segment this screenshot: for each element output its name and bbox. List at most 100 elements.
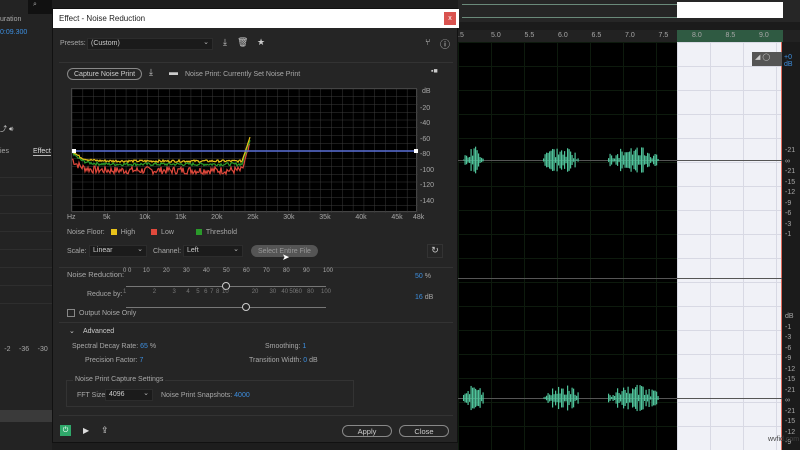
save-noise-print-icon[interactable]: ⤓ [149, 67, 153, 78]
panel-menu-icon[interactable]: ▪■ [431, 68, 438, 75]
routing-icon[interactable]: ⑂ [425, 37, 430, 47]
selection-area[interactable] [677, 42, 782, 450]
power-icon[interactable]: ⏻ [60, 425, 71, 436]
waveform-sample [612, 395, 614, 401]
y-tick-label: -20 [420, 104, 431, 112]
waveform-sample [467, 157, 469, 163]
waveform-sample [567, 385, 569, 411]
scale-dropdown[interactable]: Linear [89, 245, 147, 257]
db-label: -6 [785, 210, 792, 217]
slider-tick-label: 20 [163, 268, 170, 274]
slider-tick-label: 4 [186, 289, 190, 295]
trash-icon[interactable]: 🗑︎ [237, 37, 248, 48]
advanced-toggle[interactable]: Advanced [83, 328, 114, 335]
close-button[interactable]: Close [399, 425, 449, 437]
spectral-decay-value[interactable]: 65 [140, 343, 148, 350]
channel-dropdown[interactable]: Left [183, 245, 243, 257]
waveform-sample [550, 395, 552, 401]
db-label: -12 [785, 365, 796, 373]
waveform-sample [638, 155, 640, 165]
db-label: -15 [785, 418, 796, 425]
slider-tick-label: 50 [223, 268, 230, 274]
reset-icon[interactable]: ↻ [427, 244, 443, 258]
presets-label: Presets: [60, 40, 86, 47]
threshold-swatch [195, 229, 202, 236]
high-swatch [110, 229, 117, 236]
waveform-sample [544, 154, 546, 166]
waveform-sample [479, 157, 481, 163]
waveform-sample [648, 388, 650, 408]
waveform-sample [549, 394, 551, 402]
waveform-sample [546, 395, 548, 401]
waveform-sample [576, 395, 578, 401]
folder-icon[interactable]: ▬ [169, 67, 178, 77]
tab-properties[interactable]: ies [0, 148, 9, 155]
gain-hud[interactable]: ◢ ◯ [752, 52, 782, 66]
time-ruler[interactable]: .5 5.0 5.5 6.0 6.5 7.0 7.5 8.0 8.5 9.0 [458, 30, 800, 42]
apply-button[interactable]: Apply [342, 425, 392, 437]
smoothing-value[interactable]: 1 [302, 343, 306, 350]
waveform-sample [475, 388, 477, 408]
noise-reduction-value[interactable]: 50 [415, 273, 423, 280]
tab-effects[interactable]: Effect [33, 148, 51, 156]
noise-reduction-label: Noise Reduction: [67, 270, 125, 279]
slider-tick-label: 60 [243, 268, 250, 274]
dialog-titlebar: Effect - Noise Reduction x [53, 9, 459, 28]
close-icon[interactable]: x [444, 12, 456, 25]
volume-icon[interactable]: ⤴ 🔊︎ [0, 124, 13, 134]
waveform-sample [472, 387, 474, 409]
play-icon[interactable]: ▶ [83, 426, 89, 435]
slider-tick-label: 6 [204, 289, 208, 295]
y-tick-label: -140 [420, 197, 435, 205]
waveform-sample [657, 158, 659, 162]
loop-icon[interactable]: ⇪ [101, 425, 109, 436]
waveform-sample [656, 154, 658, 166]
waveform-editor[interactable]: .5 5.0 5.5 6.0 6.5 7.0 7.5 8.0 8.5 9.0 ◢ ◯ +0 dB… [458, 0, 800, 450]
waveform-sample [565, 156, 567, 164]
info-icon[interactable]: ⓘ [440, 36, 450, 51]
reduce-by-value[interactable]: 16 [415, 294, 423, 301]
capture-noise-print-button[interactable]: Capture Noise Print [67, 68, 143, 80]
waveform-sample [478, 153, 480, 167]
transition-value[interactable]: 0 [303, 357, 307, 364]
waveform-sample [568, 390, 570, 406]
waveform-sample [641, 147, 643, 173]
waveform-sample [466, 393, 468, 403]
waveform-sample [624, 389, 626, 407]
noise-print-status: Noise Print: Currently Set Noise Print [185, 71, 301, 78]
waveform-sample [611, 396, 613, 400]
waveform-sample [564, 151, 566, 169]
selected-row[interactable] [0, 410, 52, 422]
star-icon[interactable]: ★ [257, 37, 265, 48]
effects-list[interactable] [0, 160, 52, 320]
waveform-sample [479, 388, 481, 408]
left-panel: ⌕ uration 0:09.300 ⤴ 🔊︎ ies Effect -2 -3… [0, 0, 52, 450]
noise-graph-svg[interactable] [71, 88, 419, 214]
waveform-sample [552, 388, 554, 408]
download-icon[interactable]: ⤓ [223, 37, 227, 48]
output-noise-only-checkbox[interactable] [67, 309, 75, 317]
db-label: -21 [785, 147, 796, 154]
presets-dropdown[interactable]: (Custom) [87, 38, 213, 50]
waveform-sample [558, 386, 560, 410]
waveform-sample [562, 388, 564, 408]
search-icon[interactable]: ⌕ [28, 0, 52, 14]
waveform-sample [464, 393, 466, 403]
noise-print-graph[interactable] [71, 88, 419, 214]
waveform-sample [576, 159, 578, 161]
waveform [463, 146, 659, 412]
snapshots-value[interactable]: 4000 [234, 392, 250, 399]
fft-size-dropdown[interactable]: 4096 [105, 389, 153, 401]
waveform-sample [573, 388, 575, 408]
overview-bar[interactable] [458, 0, 800, 22]
waveform-sample [638, 394, 640, 402]
legend-low: Low [161, 229, 174, 236]
reduce-by-slider[interactable] [126, 307, 326, 308]
chevron-down-icon[interactable]: ⌄ [69, 327, 75, 335]
waveform-sample [564, 394, 566, 402]
reduce-by-knob[interactable] [242, 303, 250, 311]
precision-value[interactable]: 7 [139, 357, 143, 364]
noise-reduction-dialog: Effect - Noise Reduction x Presets: (Cus… [52, 8, 459, 443]
waveform-sample [632, 154, 634, 166]
ruler-label: 5.0 [491, 32, 501, 39]
